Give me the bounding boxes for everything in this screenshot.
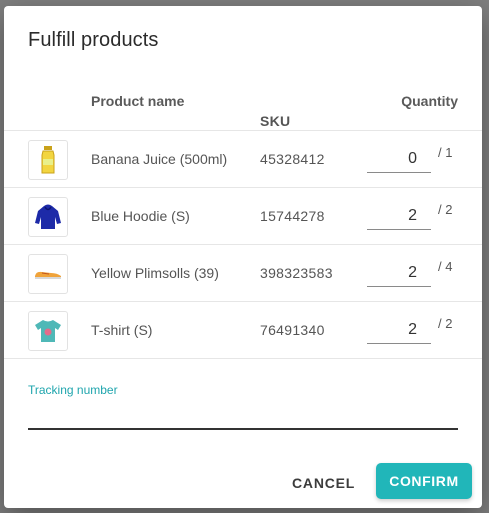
plimsoll-shoe-icon xyxy=(28,254,68,294)
hoodie-icon xyxy=(28,197,68,237)
tshirt-icon xyxy=(28,311,68,351)
quantity-total: / 1 xyxy=(438,145,453,160)
table-row: Yellow Plimsolls (39) 398323583 / 4 xyxy=(4,244,482,302)
quantity-input[interactable] xyxy=(367,259,431,287)
table-bottom-divider xyxy=(4,358,482,359)
column-header-sku: SKU xyxy=(260,113,291,129)
product-name: Blue Hoodie (S) xyxy=(91,208,190,224)
column-header-product-name: Product name xyxy=(91,93,185,109)
table-row: Banana Juice (500ml) 45328412 / 1 xyxy=(4,130,482,188)
quantity-input[interactable] xyxy=(367,316,431,344)
product-sku: 15744278 xyxy=(260,208,325,224)
quantity-total: / 2 xyxy=(438,316,453,331)
column-header-quantity: Quantity xyxy=(401,93,458,109)
quantity-total: / 4 xyxy=(438,259,453,274)
tracking-number-input[interactable] xyxy=(28,404,458,430)
product-sku: 45328412 xyxy=(260,151,325,167)
product-sku: 76491340 xyxy=(260,322,325,338)
confirm-button[interactable]: CONFIRM xyxy=(376,463,472,499)
product-sku: 398323583 xyxy=(260,265,333,281)
cancel-button[interactable]: CANCEL xyxy=(286,466,358,500)
product-name: Banana Juice (500ml) xyxy=(91,151,228,167)
quantity-input[interactable] xyxy=(367,145,431,173)
quantity-input[interactable] xyxy=(367,202,431,230)
dialog-title: Fulfill products xyxy=(28,29,159,51)
table-header: Product name SKU Quantity xyxy=(4,93,482,129)
juice-bottle-icon xyxy=(28,140,68,180)
product-name: T-shirt (S) xyxy=(91,322,153,338)
table-row: T-shirt (S) 76491340 / 2 xyxy=(4,301,482,359)
table-row: Blue Hoodie (S) 15744278 / 2 xyxy=(4,187,482,245)
fulfill-products-dialog: Fulfill products Product name SKU Quanti… xyxy=(4,6,482,508)
product-name: Yellow Plimsolls (39) xyxy=(91,265,219,281)
quantity-total: / 2 xyxy=(438,202,453,217)
tracking-number-label: Tracking number xyxy=(28,383,118,397)
